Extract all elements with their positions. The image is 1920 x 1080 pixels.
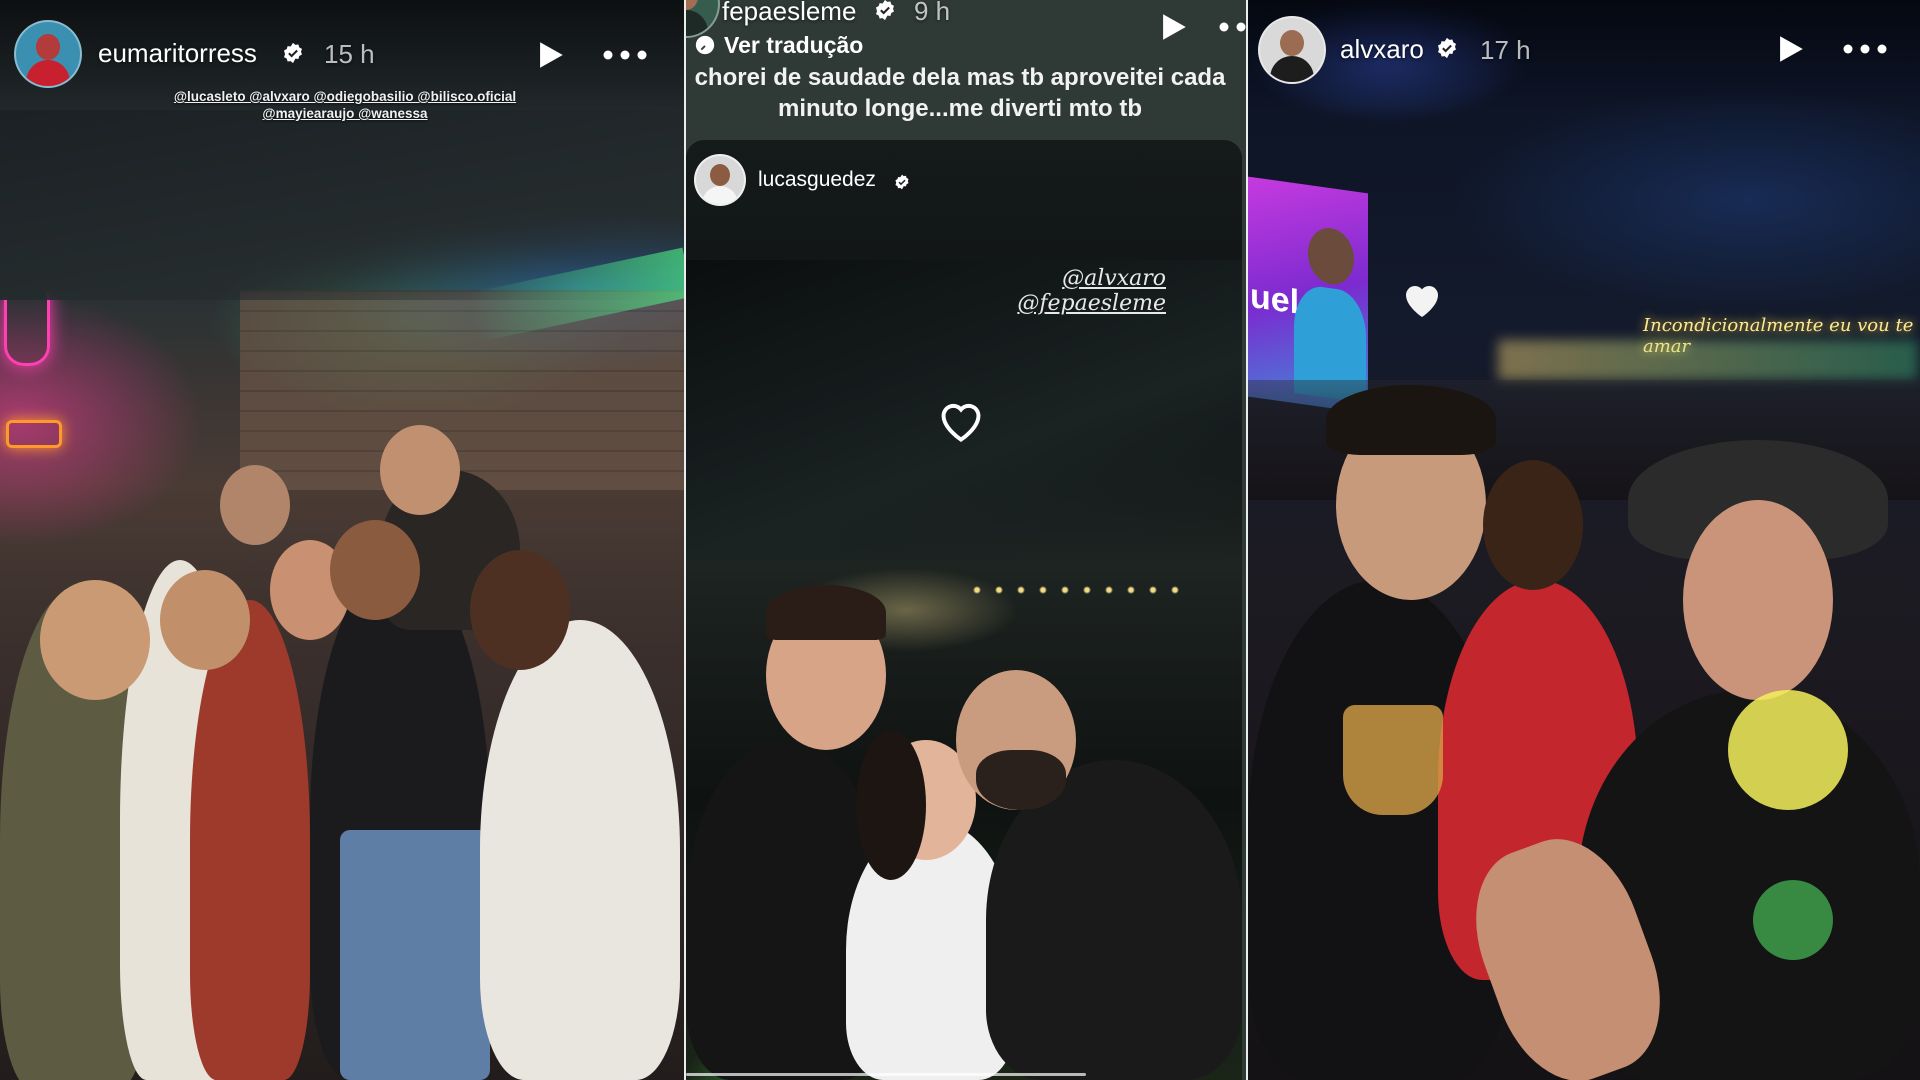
story-time: 17 h: [1480, 35, 1531, 65]
story-username[interactable]: fepaesleme: [722, 0, 856, 27]
face-4: [330, 520, 420, 620]
face-2: [160, 570, 250, 670]
story-progress-bar: [686, 1073, 1086, 1076]
story-panel-alvxaro[interactable]: uel Incondicionalmente eu vou te amar al…: [1248, 0, 1920, 1080]
hair-left: [766, 585, 886, 640]
story-username[interactable]: alvxaro: [1340, 34, 1424, 65]
person-6: [480, 620, 680, 1080]
story-time: 9 h: [914, 0, 951, 26]
profile-avatar[interactable]: [686, 0, 720, 38]
more-options-icon[interactable]: [600, 38, 650, 72]
sticker-line-2[interactable]: @fepaesleme: [986, 291, 1166, 316]
beard-right: [976, 750, 1066, 810]
sticker-line-1[interactable]: @alvxaro: [986, 266, 1166, 291]
brick-wall: [240, 290, 686, 490]
story-panel-fepaesleme[interactable]: fepaesleme 9 h Ver tradução chorei de sa…: [686, 0, 1248, 1080]
play-icon[interactable]: [533, 38, 567, 72]
face-1: [40, 580, 150, 700]
bar-lights: [1498, 340, 1918, 380]
play-icon[interactable]: [1156, 10, 1190, 44]
play-icon[interactable]: [1773, 32, 1807, 66]
face-7: [380, 425, 460, 515]
translate-icon[interactable]: [694, 34, 716, 56]
face-5: [470, 550, 570, 670]
story-header: alvxaro 17 h: [1248, 0, 1920, 110]
heart-icon: [941, 403, 981, 442]
drink-right-stem: [1753, 880, 1833, 960]
translate-link[interactable]: Ver tradução: [724, 32, 863, 59]
hair-left: [1326, 385, 1496, 455]
face-right: [1683, 500, 1833, 700]
more-options-icon[interactable]: [1840, 32, 1890, 66]
mention-line-2[interactable]: @mayiearaujo @wanessa: [150, 105, 540, 122]
face-middle: [1483, 460, 1583, 590]
profile-avatar[interactable]: [14, 20, 82, 88]
led-screen-text: uel: [1250, 276, 1300, 322]
verified-badge-icon: [1438, 37, 1456, 59]
led-screen: uel: [1248, 176, 1368, 414]
face-6: [220, 465, 290, 545]
mention-tags[interactable]: @lucasleto @alvxaro @odiegobasilio @bili…: [150, 88, 540, 122]
more-options-icon[interactable]: [1216, 10, 1248, 44]
drink-left: [1343, 705, 1443, 815]
heart-icon: [1406, 286, 1438, 317]
repost-username[interactable]: lucasguedez: [758, 168, 876, 192]
story-caption: chorei de saudade dela mas tb aproveitei…: [694, 64, 1226, 122]
mention-line-1[interactable]: @lucasleto @alvxaro @odiegobasilio @bili…: [150, 88, 540, 105]
story-panel-eumaritorress[interactable]: eumaritorress 15 h @lucasleto @alvxaro @…: [0, 0, 686, 1080]
drink-right: [1728, 690, 1848, 810]
story-username[interactable]: eumaritorress: [98, 38, 257, 69]
lights-row: [966, 580, 1186, 600]
verified-badge-icon: [895, 174, 909, 190]
repost-avatar[interactable]: [694, 154, 746, 206]
person-3: [190, 600, 310, 1080]
hair-center: [856, 730, 926, 880]
story-time: 15 h: [324, 39, 375, 69]
verified-badge-icon: [284, 42, 302, 64]
reposted-story[interactable]: lucasguedez @alvxaro @fepaesleme: [686, 140, 1242, 1080]
profile-avatar[interactable]: [1258, 16, 1326, 84]
mention-sticker[interactable]: @alvxaro @fepaesleme: [986, 266, 1166, 316]
verified-badge-icon: [876, 0, 894, 21]
person-5: [340, 830, 490, 1080]
